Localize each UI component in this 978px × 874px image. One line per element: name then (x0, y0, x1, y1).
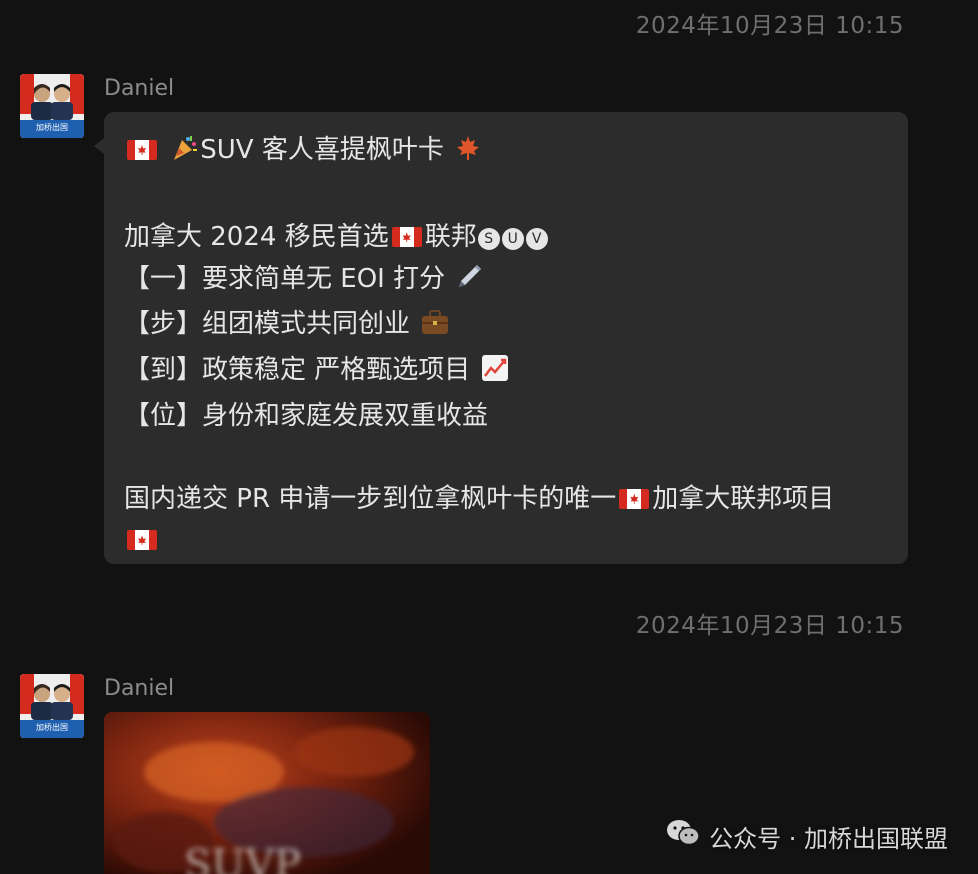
canada-flag-icon (127, 530, 157, 551)
message-text: 加拿大 2024 移民首选 (124, 222, 389, 253)
chat-window: 2024年10月23日 10:15 加桥出国 Daniel SUV 客人喜提枫叶… (0, 0, 978, 874)
message-line-1: SUV 客人喜提枫叶卡 (124, 130, 888, 176)
message-text: 国内递交 PR 申请一步到位拿枫叶卡的唯一 (124, 483, 617, 514)
message-text: 【步】组团模式共同创业 (124, 309, 411, 340)
chart-increasing-icon (481, 354, 509, 396)
avatar[interactable]: 加桥出国 (20, 674, 84, 738)
message-bubble[interactable]: SUV 客人喜提枫叶卡 加拿大 2024 移民首选 联邦 S U V 【一】要求简单无 … (94, 112, 908, 564)
circled-letter-u: U (501, 228, 524, 251)
avatar-caption: 加桥出国 (36, 123, 68, 132)
message-text: 【到】政策稳定 严格甄选项目 (124, 354, 471, 385)
message-timestamp: 2024年10月23日 10:15 (635, 13, 904, 39)
message-text: 【位】身份和家庭发展双重收益 (124, 400, 489, 431)
watermark-label: 公众号 · 加桥出国联盟 (709, 824, 948, 853)
message-text: 【一】要求简单无 EOI 打分 (124, 263, 446, 294)
message-line-7: 国内递交 PR 申请一步到位拿枫叶卡的唯一 加拿大联邦项目 (124, 479, 888, 521)
message-text: SUV 客人喜提枫叶卡 (200, 135, 444, 165)
sender-name: Daniel (104, 76, 175, 101)
message-line-5: 【到】政策稳定 严格甄选项目 (124, 350, 888, 396)
canada-flag-icon (391, 227, 422, 248)
wechat-icon (665, 818, 701, 854)
message-timestamp: 2024年10月23日 10:15 (635, 613, 904, 639)
message-line-8 (124, 520, 888, 562)
avatar[interactable]: 加桥出国 (20, 74, 84, 138)
watermark: 公众号 · 加桥出国联盟 (665, 818, 948, 854)
pen-icon (455, 263, 483, 305)
maple-leaf-icon (454, 134, 482, 176)
party-popper-icon (170, 134, 198, 176)
message-line-2: 加拿大 2024 移民首选 联邦 S U V (124, 217, 888, 259)
message-text: 联邦 (424, 222, 477, 253)
card-text: SUVP (184, 842, 301, 874)
avatar-caption: 加桥出国 (36, 723, 68, 732)
canada-flag-icon (127, 140, 157, 160)
message-line-3: 【一】要求简单无 EOI 打分 (124, 259, 888, 305)
card-photo: SUVP (104, 712, 430, 874)
circled-letter-s: S (477, 228, 500, 251)
message-text: 加拿大联邦项目 (652, 483, 835, 514)
message-line-6: 【位】身份和家庭发展双重收益 (124, 396, 888, 438)
sender-name: Daniel (104, 676, 175, 701)
circled-letter-v: V (525, 228, 548, 251)
image-message[interactable]: SUVP (104, 712, 430, 874)
canada-flag-icon (619, 488, 650, 509)
message-line-4: 【步】组团模式共同创业 (124, 304, 888, 350)
briefcase-icon (420, 308, 450, 350)
